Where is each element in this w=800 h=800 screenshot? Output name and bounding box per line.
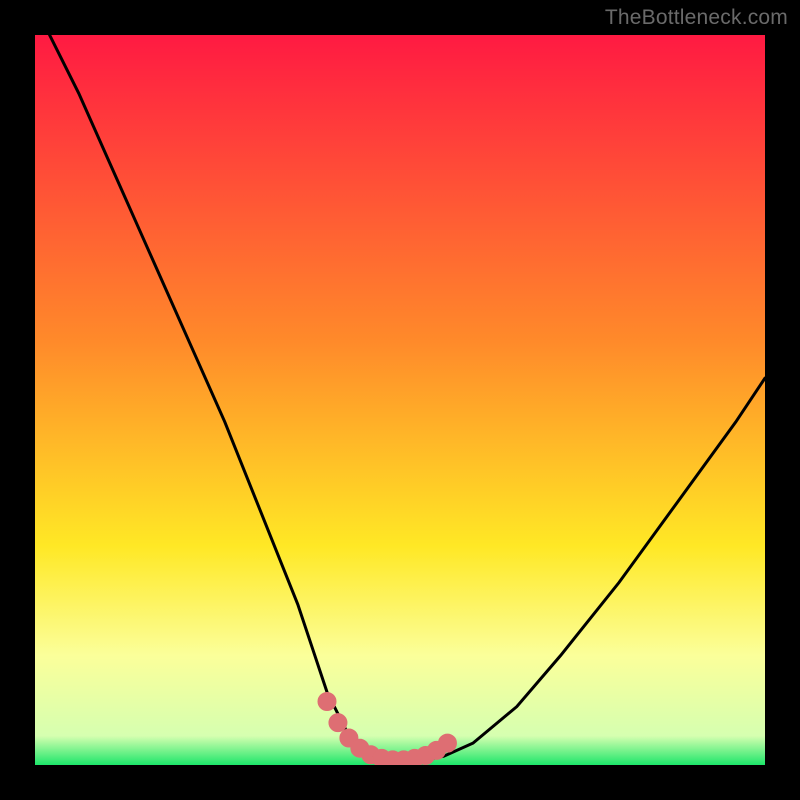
watermark-text: TheBottleneck.com xyxy=(605,6,788,30)
sweet-spot-marker xyxy=(318,692,336,710)
gradient-background xyxy=(35,35,765,765)
sweet-spot-marker xyxy=(329,714,347,732)
sweet-spot-marker xyxy=(438,734,456,752)
plot-area xyxy=(35,35,765,765)
chart-frame: TheBottleneck.com xyxy=(0,0,800,800)
bottleneck-chart-svg xyxy=(35,35,765,765)
